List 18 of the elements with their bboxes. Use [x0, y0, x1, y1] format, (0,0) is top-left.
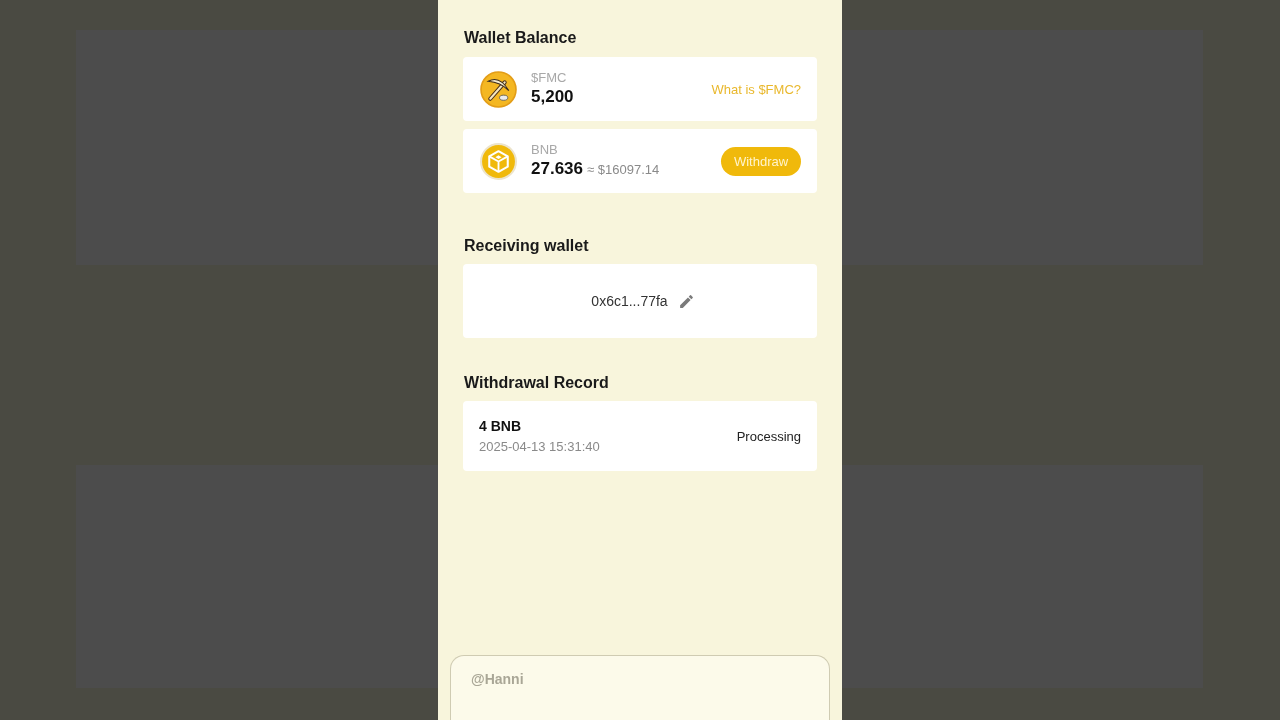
section-heading: Wallet Balance	[464, 28, 577, 48]
info-link[interactable]: What is $FMC?	[711, 81, 801, 97]
record-status: Processing	[736, 428, 801, 444]
pencil-icon[interactable]	[677, 292, 695, 310]
wallet-address: 0x6c1...77fa	[591, 293, 668, 309]
pickaxe-coin-icon	[480, 70, 517, 108]
asset-name: BNB	[531, 142, 558, 158]
section-heading: Withdrawal Record	[464, 373, 609, 393]
asset-amount: 27.636	[531, 158, 583, 180]
section-heading: Receiving wallet	[464, 236, 589, 256]
asset-amount: 5,200	[531, 86, 574, 108]
fiat-value: ≈ $16097.14	[587, 162, 660, 177]
comment-field[interactable]: @Hanni	[450, 655, 830, 720]
cube-coin-icon	[480, 142, 517, 180]
record-time: 2025-04-13 15:31:40	[479, 439, 600, 454]
record-amount: 4 BNB	[479, 418, 521, 434]
withdraw-button[interactable]: Withdraw	[721, 146, 801, 176]
asset-name: $FMC	[531, 70, 567, 86]
